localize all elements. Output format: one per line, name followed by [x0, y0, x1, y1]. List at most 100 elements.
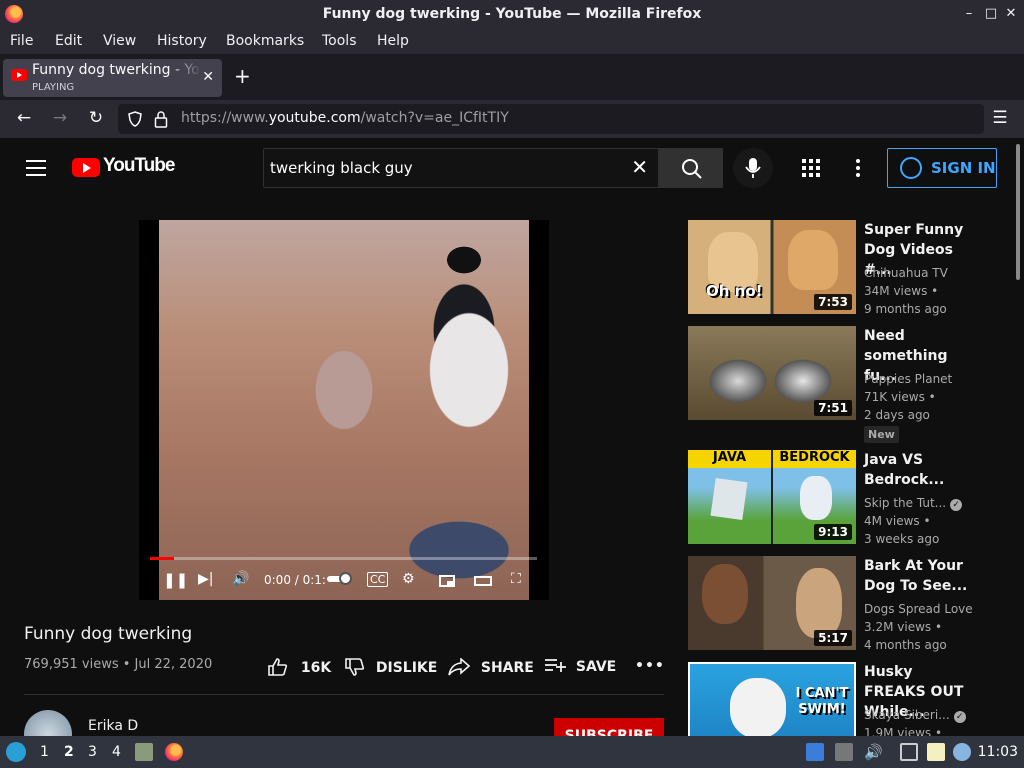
page-scrollbar[interactable] [1012, 138, 1024, 736]
firefox-taskbar-icon[interactable] [165, 743, 183, 761]
menu-help[interactable]: Help [377, 33, 409, 49]
tab-close-icon[interactable]: ✕ [202, 69, 214, 85]
volume-icon[interactable]: 🔊 [232, 571, 249, 587]
clear-search-icon[interactable]: ✕ [631, 155, 648, 179]
menu-tools[interactable]: Tools [322, 33, 357, 49]
youtube-masthead: YouTube twerking black guy ✕ SIGN IN [0, 138, 1012, 196]
url-text[interactable]: https://www.youtube.com/watch?v=ae_ICfIt… [181, 110, 509, 126]
progress-bar[interactable] [150, 557, 537, 560]
video-player[interactable]: ❚❚ ▶| 🔊 0:00 / 0:1: CC ⚙ ⛶ [139, 220, 549, 600]
miniplayer-icon[interactable] [439, 575, 455, 587]
recommendation-item[interactable]: 7:51 Need something fu... Puppies Planet… [688, 326, 1008, 443]
notes-icon[interactable] [927, 743, 945, 761]
share-button[interactable]: SHARE [448, 657, 534, 676]
video-duration: 5:17 [814, 630, 852, 646]
dislike-button[interactable]: DISLIKE [345, 658, 437, 676]
video-frame [159, 220, 529, 600]
video-duration: 9:13 [814, 524, 852, 540]
clock: 11:03 [977, 744, 1018, 760]
volume-tray-icon[interactable]: 🔊 [864, 743, 883, 761]
menu-edit[interactable]: Edit [55, 33, 82, 49]
updates-icon[interactable] [953, 743, 971, 761]
forward-arrow-icon[interactable]: → [49, 108, 71, 128]
menu-view[interactable]: View [103, 33, 136, 49]
network-icon[interactable] [900, 743, 918, 761]
view-count: 34M views • [864, 284, 939, 298]
voice-search-button[interactable] [733, 148, 773, 188]
video-thumbnail[interactable]: Oh no! 7:53 [688, 220, 856, 314]
theater-mode-icon[interactable] [474, 576, 492, 586]
search-query[interactable]: twerking black guy [270, 159, 413, 177]
channel-name[interactable]: Skip the Tut... ✓ [864, 496, 963, 511]
back-arrow-icon[interactable]: ← [13, 108, 35, 128]
verified-check-icon: ✓ [953, 711, 966, 723]
video-thumbnail[interactable]: JAVA BEDROCK 9:13 [688, 450, 856, 544]
time-display: 0:00 / 0:1: [264, 573, 326, 587]
scrollbar-thumb[interactable] [1016, 144, 1020, 280]
file-manager-icon[interactable] [135, 743, 153, 761]
workspace-1[interactable]: 1 [40, 744, 49, 760]
video-duration: 7:51 [814, 400, 852, 416]
thumbnail-label-right: BEDROCK [773, 450, 856, 468]
close-window-button[interactable]: ✕ [1002, 5, 1020, 23]
maximize-button[interactable]: □ [982, 5, 1000, 23]
workspace-3[interactable]: 3 [88, 744, 97, 760]
upload-age: 2 days ago [864, 408, 930, 422]
menu-history[interactable]: History [157, 33, 207, 49]
more-actions-icon[interactable]: ••• [635, 658, 665, 674]
minimize-button[interactable]: – [960, 5, 978, 23]
captions-icon[interactable]: CC [367, 572, 389, 587]
channel-name[interactable]: Dogs Spread Love [864, 602, 973, 616]
video-thumbnail[interactable]: I CAN'T SWIM! [688, 662, 856, 736]
recommendation-item[interactable]: JAVA BEDROCK 9:13 Java VS Bedrock... Ski… [688, 450, 1008, 546]
apps-grid-icon[interactable] [802, 159, 820, 177]
share-arrow-icon [448, 657, 471, 676]
dislike-label: DISLIKE [375, 660, 438, 676]
desktop-taskbar: 1 2 3 4 🔊 11:03 [0, 736, 1024, 768]
save-label: SAVE [575, 659, 617, 675]
youtube-wordmark[interactable]: YouTube [103, 155, 175, 177]
screen-icon[interactable] [806, 743, 824, 761]
tracking-shield-icon[interactable] [127, 111, 143, 127]
recommendation-item[interactable]: I CAN'T SWIM! Husky FREAKS OUT While... … [688, 662, 1008, 736]
reload-icon[interactable]: ↻ [85, 108, 107, 128]
recommendation-item[interactable]: 5:17 Bark At Your Dog To See... Dogs Spr… [688, 556, 1008, 652]
video-thumbnail[interactable]: 5:17 [688, 556, 856, 650]
channel-avatar[interactable] [24, 710, 72, 736]
autoplay-toggle[interactable] [327, 572, 352, 585]
recommendation-item[interactable]: Oh no! 7:53 Super Funny Dog Videos #... … [688, 220, 1008, 316]
search-button[interactable] [659, 148, 723, 188]
menu-bookmarks[interactable]: Bookmarks [226, 33, 304, 49]
youtube-page: YouTube twerking black guy ✕ SIGN IN ❚❚ … [0, 138, 1024, 736]
channel-name[interactable]: Erika D [88, 718, 138, 734]
channel-name[interactable]: Skaya Siberi... ✓ [864, 708, 966, 723]
app-menu-icon[interactable]: ☰ [989, 108, 1011, 128]
workspace-4[interactable]: 4 [112, 744, 121, 760]
video-title[interactable]: Java VS Bedrock... [864, 450, 974, 490]
video-thumbnail[interactable]: 7:51 [688, 326, 856, 420]
new-tab-plus-icon[interactable]: + [234, 64, 251, 88]
subscribe-button[interactable]: SUBSCRIBE [554, 718, 664, 736]
lock-icon[interactable] [154, 110, 168, 128]
tab-active[interactable]: Funny dog twerking - YouTube PLAYING ✕ [3, 59, 222, 97]
settings-gear-icon[interactable]: ⚙ [402, 571, 415, 587]
video-duration: 7:53 [814, 294, 852, 310]
workspace-2[interactable]: 2 [64, 744, 74, 760]
save-button[interactable]: SAVE [545, 658, 616, 675]
video-title[interactable]: Bark At Your Dog To See... [864, 556, 974, 596]
clipboard-icon[interactable] [835, 743, 853, 761]
channel-name[interactable]: Chihuahua TV [864, 266, 948, 280]
window-title: Funny dog twerking - YouTube — Mozilla F… [322, 6, 702, 22]
start-menu-icon[interactable] [6, 742, 26, 762]
next-video-icon[interactable]: ▶| [198, 571, 213, 587]
pause-icon[interactable]: ❚❚ [163, 571, 188, 589]
like-button[interactable]: 16K [268, 658, 331, 676]
sign-in-button[interactable]: SIGN IN [887, 148, 997, 188]
youtube-logo-icon[interactable] [72, 158, 100, 177]
fullscreen-icon[interactable]: ⛶ [511, 571, 521, 587]
settings-more-icon[interactable] [855, 158, 861, 178]
channel-name[interactable]: Puppies Planet [864, 372, 952, 386]
menu-file[interactable]: File [10, 33, 33, 49]
search-input[interactable]: twerking black guy ✕ [263, 148, 659, 188]
view-count: 4M views • [864, 514, 931, 528]
